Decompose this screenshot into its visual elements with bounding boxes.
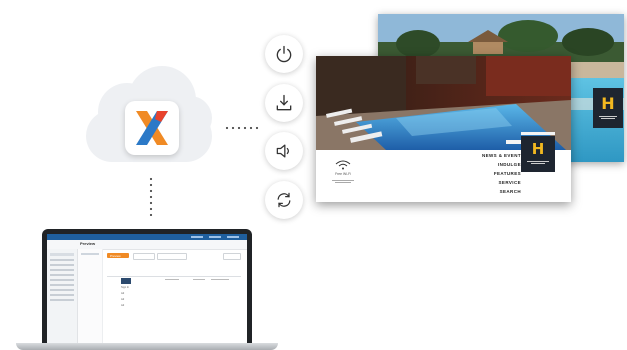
connector-dots-vertical (149, 176, 153, 216)
cms-list-item[interactable]: Sign In (121, 286, 129, 289)
cms-sidebar-item[interactable] (50, 274, 74, 276)
app-logo (125, 101, 179, 155)
front-display-screen: Free Wi-Fi NEWS & EVENT INDULGE FEATURES… (316, 56, 571, 202)
refresh-icon (277, 192, 291, 208)
back-brand-logo: H (593, 88, 623, 128)
refresh-button[interactable] (265, 181, 303, 219)
cms-row-detail (193, 279, 205, 280)
cms-sidebar-item[interactable] (50, 299, 74, 301)
menu-features[interactable]: FEATURES (494, 171, 521, 176)
volume-button[interactable] (265, 132, 303, 170)
menu-indulge[interactable]: INDULGE (498, 162, 521, 167)
menu-search[interactable]: SEARCH (500, 189, 521, 194)
cms-toolbar-button[interactable] (223, 253, 241, 260)
cms-preview-button-label: Preview (110, 253, 121, 258)
wifi-caption: Free Wi-Fi (335, 172, 351, 176)
cms-table-header (107, 272, 241, 277)
menu-news-event[interactable]: NEWS & EVENT (482, 153, 521, 158)
cms-sidebar-item[interactable] (50, 269, 74, 271)
laptop-base (16, 343, 278, 350)
cms-thumbnail (121, 278, 131, 284)
power-button[interactable] (265, 35, 303, 73)
cms-sidebar-item[interactable] (50, 253, 74, 256)
download-icon (276, 94, 292, 111)
wifi-icon (335, 160, 351, 170)
cms-sidebar-item[interactable] (50, 289, 74, 291)
cms-sidebar-item[interactable] (50, 259, 74, 261)
cms-row-detail (211, 279, 229, 280)
power-icon (276, 45, 292, 63)
cms-preview-button[interactable]: Preview (107, 253, 129, 258)
cms-toolbar-button[interactable] (157, 253, 187, 260)
volume-icon (276, 144, 289, 158)
back-brand-mark: H (601, 94, 615, 113)
cms-sidebar-item[interactable] (50, 279, 74, 281)
cms-sidebar (47, 249, 78, 343)
cms-sidebar-item[interactable] (50, 284, 74, 286)
cms-sidebar-item[interactable] (50, 294, 74, 296)
laptop-frame: Preview Preview Sign In Ad Ad Ad (42, 229, 252, 343)
back-brand-caption-lines (599, 115, 617, 120)
laptop-screen: Preview Preview Sign In Ad Ad Ad (47, 234, 247, 343)
cms-folder-panel (78, 249, 103, 343)
front-brand-mark: H (531, 140, 545, 158)
cms-toolbar-button[interactable] (133, 253, 155, 260)
cms-sidebar-item[interactable] (50, 264, 74, 266)
wifi-block: Free Wi-Fi (328, 160, 358, 200)
cms-list-item[interactable]: Ad (121, 298, 124, 301)
cms-top-bar-icons (191, 236, 241, 238)
wifi-caption-lines (332, 178, 354, 185)
connector-dots-horizontal (224, 126, 260, 130)
front-brand-logo: H (521, 136, 555, 172)
cms-list-item[interactable]: Ad (121, 292, 124, 295)
download-button[interactable] (265, 84, 303, 122)
cms-list-item[interactable]: Ad (121, 304, 124, 307)
cms-row-detail (165, 279, 179, 280)
x-logo-icon (136, 111, 168, 145)
front-brand-caption-lines (527, 160, 549, 165)
menu-service[interactable]: SERVICE (499, 180, 521, 185)
cms-app-title: Preview (80, 241, 96, 246)
